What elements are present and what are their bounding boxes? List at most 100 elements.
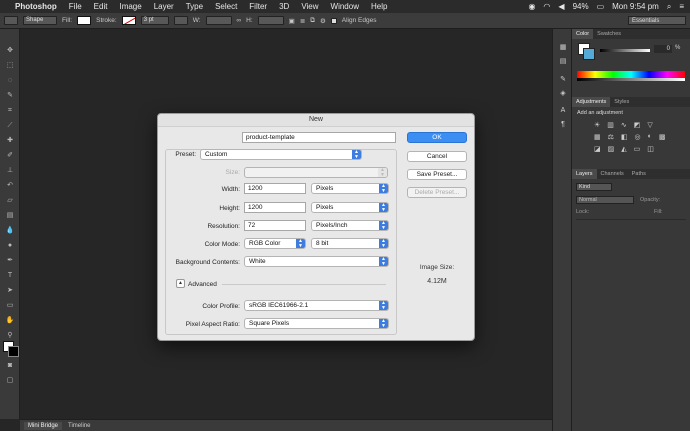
blur-tool-icon[interactable]: 💧 (5, 227, 15, 235)
align-edges-checkbox[interactable] (330, 17, 337, 24)
preset-select[interactable]: Custom ▲ ▼ (200, 149, 362, 160)
height-unit-select[interactable]: Pixels ▲ ▼ (311, 202, 389, 213)
zoom-tool-icon[interactable]: ⚲ (5, 332, 15, 340)
history-panel-icon[interactable]: ▦ (558, 43, 568, 51)
character-panel-icon[interactable]: A (558, 107, 568, 115)
pen-tool-icon[interactable]: ✒ (5, 257, 15, 265)
hue-saturation-icon[interactable]: ▦ (594, 133, 601, 141)
menu-edit[interactable]: Edit (94, 2, 108, 11)
selective-color-icon[interactable]: ◫ (647, 145, 654, 153)
height-field[interactable] (257, 16, 284, 25)
list-icon[interactable]: ≡ (679, 2, 684, 11)
gear-icon[interactable]: ⚙ (320, 17, 326, 25)
background-contents-select[interactable]: White ▲ ▼ (244, 256, 389, 267)
delete-preset-button[interactable]: Delete Preset... (407, 187, 467, 198)
menu-3d[interactable]: 3D (279, 2, 289, 11)
save-preset-button[interactable]: Save Preset... (407, 169, 467, 180)
menu-image[interactable]: Image (119, 2, 141, 11)
path-select-tool-icon[interactable]: ➤ (5, 287, 15, 295)
tab-layers[interactable]: Layers (572, 169, 597, 179)
eraser-tool-icon[interactable]: ▱ (5, 197, 15, 205)
background-color-swatch[interactable] (8, 346, 19, 357)
menu-view[interactable]: View (301, 2, 318, 11)
menu-help[interactable]: Help (371, 2, 387, 11)
menu-window[interactable]: Window (331, 2, 359, 11)
quick-select-tool-icon[interactable]: ✎ (5, 92, 15, 100)
threshold-icon[interactable]: ◭ (621, 145, 626, 153)
grayscale-ramp[interactable] (577, 78, 685, 81)
tab-adjustments[interactable]: Adjustments (572, 97, 611, 107)
menu-filter[interactable]: Filter (249, 2, 267, 11)
background-color[interactable] (583, 48, 595, 60)
width-unit-select[interactable]: Pixels ▲ ▼ (311, 183, 389, 194)
search-icon[interactable]: ⌕ (667, 2, 671, 12)
menu-app-name[interactable]: Photoshop (15, 2, 57, 11)
brightness-adjustment-icon[interactable]: ☀ (594, 121, 600, 129)
path-operations-icon[interactable]: ▣ (289, 17, 295, 25)
tab-channels[interactable]: Channels (597, 169, 628, 179)
type-tool-icon[interactable]: T (5, 272, 15, 280)
volume-icon[interactable]: ◀ (558, 2, 564, 11)
photo-filter-icon[interactable]: ◎ (635, 133, 641, 141)
creative-cloud-icon[interactable]: ◉ (528, 2, 535, 11)
brush-panel-icon[interactable]: ✎ (558, 75, 568, 83)
size-select[interactable]: ▲ ▼ (244, 167, 388, 178)
move-tool-icon[interactable]: ✥ (5, 47, 15, 55)
posterize-icon[interactable]: ▨ (608, 145, 615, 153)
marquee-tool-icon[interactable]: ⬚ (5, 62, 15, 70)
stroke-swatch[interactable] (121, 16, 136, 25)
properties-panel-icon[interactable]: ▤ (558, 57, 568, 65)
screen-mode-icon[interactable]: ▢ (5, 377, 15, 385)
gradient-tool-icon[interactable]: ▤ (5, 212, 15, 220)
levels-adjustment-icon[interactable]: ▥ (607, 121, 614, 129)
resolution-input[interactable]: 72 (244, 220, 306, 231)
pixel-aspect-ratio-select[interactable]: Square Pixels ▲ ▼ (244, 318, 389, 329)
tab-color[interactable]: Color (572, 29, 594, 39)
path-arrangement-icon[interactable]: ⧉ (310, 17, 315, 25)
curves-adjustment-icon[interactable]: ∿ (621, 121, 627, 129)
clone-source-panel-icon[interactable]: ◈ (558, 89, 568, 97)
ok-button[interactable]: OK (407, 132, 467, 143)
crop-tool-icon[interactable]: ⌗ (5, 107, 15, 115)
blend-mode-select[interactable]: Normal (576, 196, 634, 204)
tab-mini-bridge[interactable]: Mini Bridge (24, 421, 63, 430)
menu-layer[interactable]: Layer (154, 2, 174, 11)
tab-swatches[interactable]: Swatches (593, 29, 625, 39)
quick-mask-icon[interactable]: ◙ (5, 362, 15, 370)
wifi-icon[interactable]: ◠ (543, 2, 550, 11)
color-slider-track[interactable] (600, 49, 650, 52)
hand-tool-icon[interactable]: ✋ (5, 317, 15, 325)
link-icon[interactable]: ∞ (237, 17, 242, 24)
stamp-tool-icon[interactable]: ⊥ (5, 167, 15, 175)
history-brush-tool-icon[interactable]: ↶ (5, 182, 15, 190)
filter-kind-select[interactable]: Kind (576, 183, 612, 191)
healing-tool-icon[interactable]: ✚ (5, 137, 15, 145)
fill-swatch[interactable] (77, 16, 92, 25)
black-white-icon[interactable]: ◧ (621, 133, 628, 141)
bit-depth-select[interactable]: 8 bit ▲ ▼ (311, 238, 389, 249)
lasso-tool-icon[interactable]: ◌ (5, 77, 15, 85)
vibrance-adjustment-icon[interactable]: ▽ (647, 121, 652, 129)
path-alignment-icon[interactable]: ≣ (300, 17, 305, 25)
tab-timeline[interactable]: Timeline (64, 422, 94, 430)
cancel-button[interactable]: Cancel (407, 151, 467, 162)
height-input[interactable]: 1200 (244, 202, 306, 213)
exposure-adjustment-icon[interactable]: ◩ (634, 121, 641, 129)
resolution-unit-select[interactable]: Pixels/Inch ▲ ▼ (311, 220, 389, 231)
color-balance-icon[interactable]: ⚖ (608, 133, 614, 141)
gradient-map-icon[interactable]: ▭ (634, 145, 641, 153)
stroke-width-field[interactable]: 3 pt (140, 16, 169, 25)
mode-select[interactable]: Shape (23, 16, 57, 25)
tab-paths[interactable]: Paths (628, 169, 650, 179)
clock[interactable]: Mon 9:54 pm (612, 2, 659, 11)
eyedropper-tool-icon[interactable]: ⟋ (5, 122, 15, 130)
name-input[interactable]: product-template (242, 132, 396, 143)
tab-styles[interactable]: Styles (610, 97, 633, 107)
shape-tool-preset-icon[interactable] (4, 16, 18, 25)
menu-select[interactable]: Select (215, 2, 237, 11)
menu-file[interactable]: File (69, 2, 82, 11)
color-mode-select[interactable]: RGB Color ▲ ▼ (244, 238, 306, 249)
invert-icon[interactable]: ◪ (594, 145, 601, 153)
workspace-select[interactable]: Essentials (628, 16, 686, 25)
color-profile-select[interactable]: sRGB IEC61966-2.1 ▲ ▼ (244, 300, 389, 311)
